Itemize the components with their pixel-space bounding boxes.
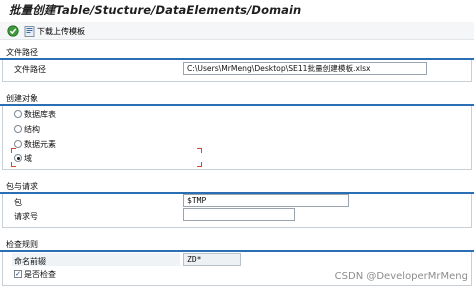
package-label: 包: [14, 198, 22, 207]
request-number-input[interactable]: [183, 208, 295, 221]
check-enabled-checkbox[interactable]: ✓: [14, 270, 22, 278]
download-template-label: 下载上传模板: [37, 26, 85, 36]
section-header-package-request: 包与请求: [6, 182, 38, 191]
request-number-label: 请求号: [14, 212, 38, 221]
section-header-check-rules: 检查规则: [6, 240, 38, 249]
section-header-file-path: 文件路径: [6, 48, 38, 57]
download-template-button[interactable]: 下载上传模板: [24, 25, 85, 37]
radio-structure-label: 结构: [24, 125, 40, 134]
radio-database-table-label: 数据库表: [24, 110, 56, 119]
focus-corner-top-right: [197, 148, 202, 153]
radio-data-element-label: 数据元素: [24, 140, 56, 149]
package-input[interactable]: $TMP: [183, 194, 349, 207]
file-path-input[interactable]: C:\Users\MrMeng\Desktop\SE11批量创建模板.xlsx: [183, 62, 427, 75]
radio-data-element[interactable]: [14, 140, 22, 148]
execute-icon[interactable]: [7, 25, 19, 37]
section-header-create-object: 创建对象: [6, 94, 38, 103]
radio-structure[interactable]: [14, 125, 22, 133]
radio-domain-label: 域: [24, 154, 32, 163]
create-object-group: [2, 106, 472, 170]
naming-prefix-label: 命名前辍: [14, 257, 46, 266]
focus-corner-bottom-right: [197, 162, 202, 167]
window-title: 批量创建Table/Stucture/DataElements/Domain: [9, 3, 302, 17]
focus-corner-top-left: [11, 148, 16, 153]
focus-corner-bottom-left: [11, 162, 16, 167]
csdn-watermark: CSDN @DeveloperMrMeng: [334, 271, 468, 282]
download-template-icon: [24, 25, 35, 37]
radio-domain[interactable]: [14, 154, 22, 162]
naming-prefix-input[interactable]: ZD*: [183, 253, 241, 266]
check-enabled-label: 是否检查: [24, 270, 56, 279]
radio-database-table[interactable]: [14, 110, 22, 118]
file-path-label: 文件路径: [14, 65, 46, 74]
